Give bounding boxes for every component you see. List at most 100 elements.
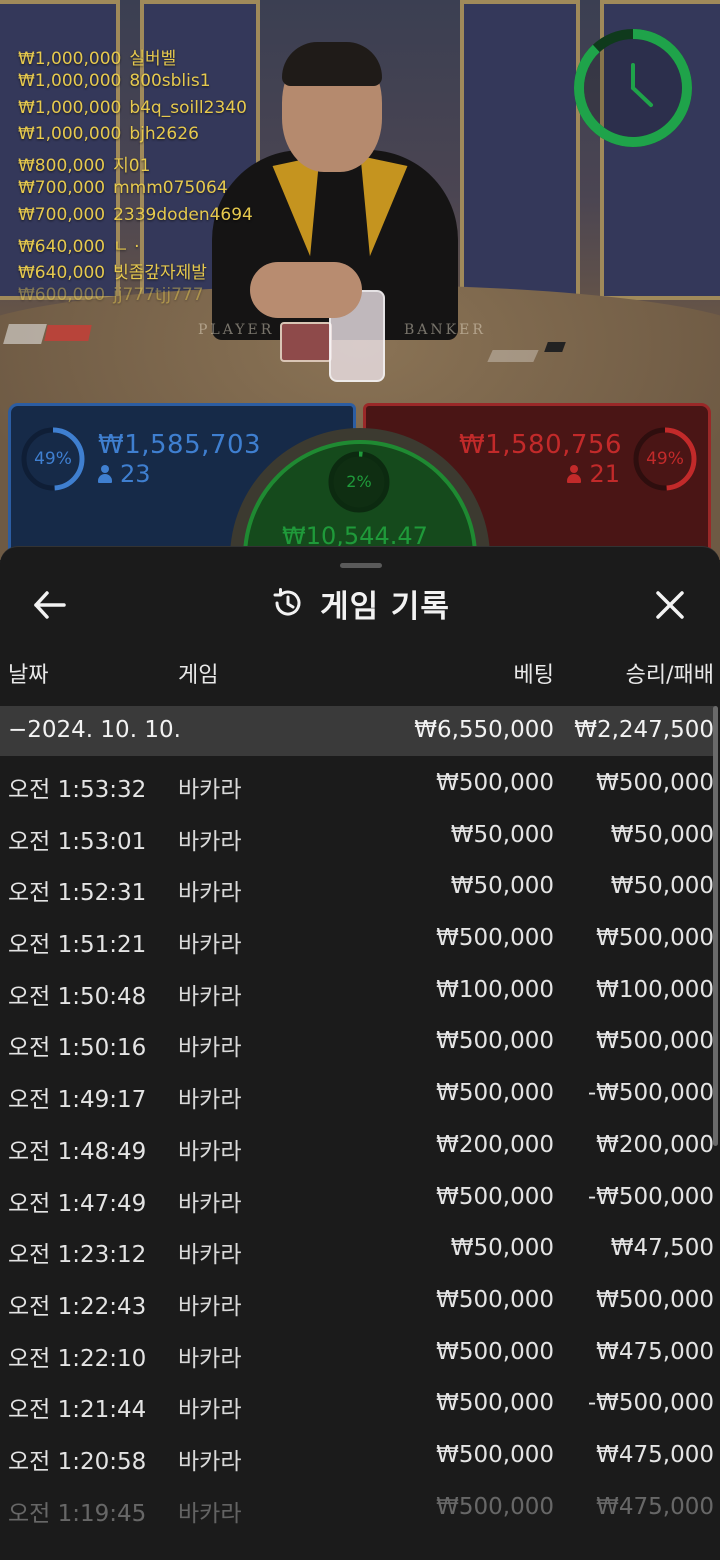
row-time: 오전 1:53:32	[8, 777, 147, 803]
history-row[interactable]: 오전 1:51:21 바카라 ₩500,000 ₩500,000	[0, 911, 720, 963]
game-history-sheet: 게임 기록 날짜 게임 베팅 승리/패배 −2024. 10. 10. ₩6,5…	[0, 546, 720, 1560]
cut-card	[544, 342, 566, 352]
person-icon	[567, 465, 582, 483]
close-icon[interactable]	[652, 587, 688, 623]
row-time: 오전 1:50:48	[8, 983, 147, 1010]
wall-panel	[460, 0, 580, 300]
row-bet: ₩50,000	[450, 1235, 554, 1262]
row-bet: ₩500,000	[436, 1390, 554, 1417]
row-bet: ₩500,000	[436, 1441, 554, 1468]
player-percent: 49%	[34, 449, 72, 469]
date-group-row[interactable]: −2024. 10. 10. ₩6,550,000 ₩2,247,500	[0, 706, 714, 756]
row-time: 오전 1:21:44	[8, 1397, 147, 1424]
history-row[interactable]: 오전 1:21:44 바카라 ₩500,000 -₩500,000	[0, 1376, 720, 1428]
group-bet-total: ₩6,550,000	[414, 717, 554, 743]
row-time: 오전 1:22:10	[8, 1345, 147, 1372]
history-row[interactable]: 오전 1:52:31 바카라 ₩50,000 ₩50,000	[0, 859, 720, 911]
chat-user: 지01	[113, 156, 151, 177]
row-bet: ₩500,000	[436, 770, 554, 796]
row-game: 바카라	[178, 1448, 242, 1475]
row-result: ₩475,000	[596, 1493, 714, 1520]
row-game: 바카라	[178, 1345, 242, 1372]
row-bet: ₩200,000	[436, 1131, 554, 1158]
row-game: 바카라	[178, 932, 242, 959]
history-row[interactable]: 오전 1:53:32 바카라 ₩500,000 ₩500,000	[0, 756, 720, 808]
row-bet: ₩500,000	[436, 1286, 554, 1313]
drag-handle[interactable]	[340, 563, 382, 568]
row-result: ₩500,000	[596, 1286, 714, 1313]
chat-user: 800sblis1	[129, 70, 211, 91]
row-result: ₩100,000	[596, 976, 714, 1003]
card	[44, 325, 92, 341]
scrollbar[interactable]	[713, 706, 718, 1146]
chat-user: ㄴ ·	[113, 236, 140, 257]
banker-count-value: 21	[589, 460, 620, 488]
row-time: 오전 1:19:45	[8, 1500, 147, 1527]
history-list: 오전 1:53:32 바카라 ₩500,000 ₩500,000 오전 1:53:01…	[0, 756, 720, 1531]
player-count: 23	[98, 460, 151, 488]
chat-line: ₩700,000 2339doden4694	[18, 205, 338, 232]
row-game: 바카라	[178, 1397, 242, 1424]
row-time: 오전 1:20:58	[8, 1448, 147, 1475]
row-result: ₩475,000	[596, 1338, 714, 1365]
history-row[interactable]: 오전 1:23:12 바카라 ₩50,000 ₩47,500	[0, 1221, 720, 1273]
chat-feed: ₩1,000,000 실버벨 ₩1,000,000 800sblis1 ₩1,000…	[18, 44, 338, 312]
row-game: 바카라	[178, 777, 242, 803]
column-date[interactable]: 날짜	[8, 657, 48, 689]
history-row[interactable]: 오전 1:48:49 바카라 ₩200,000 ₩200,000	[0, 1118, 720, 1170]
row-result: ₩50,000	[610, 821, 714, 848]
chat-line: ₩600,000 jj777tjj777	[18, 285, 338, 312]
row-time: 오전 1:50:16	[8, 1035, 147, 1062]
history-row[interactable]: 오전 1:50:48 바카라 ₩100,000 ₩100,000	[0, 963, 720, 1015]
chat-line: ₩700,000 mmm075064	[18, 178, 338, 205]
row-time: 오전 1:53:01	[8, 828, 147, 855]
row-game: 바카라	[178, 1190, 242, 1217]
chat-user: 2339doden4694	[113, 204, 253, 225]
player-count-value: 23	[120, 460, 151, 488]
row-bet: ₩500,000	[436, 1338, 554, 1365]
banker-percent-ring: 49%	[632, 426, 698, 492]
chat-user: mmm075064	[113, 177, 228, 198]
chat-line: ₩640,000 빗좀갚자제발	[18, 258, 338, 285]
group-result-total: ₩2,247,500	[574, 717, 714, 743]
history-row[interactable]: 오전 1:49:17 바카라 ₩500,000 -₩500,000	[0, 1066, 720, 1118]
history-row[interactable]: 오전 1:22:10 바카라 ₩500,000 ₩475,000	[0, 1325, 720, 1377]
history-row[interactable]: 오전 1:50:16 바카라 ₩500,000 ₩500,000	[0, 1014, 720, 1066]
row-result: ₩200,000	[596, 1131, 714, 1158]
column-result[interactable]: 승리/패배	[626, 657, 714, 689]
chat-user: jj777tjj777	[113, 285, 204, 306]
table-label-player: PLAYER	[198, 322, 275, 338]
history-row[interactable]: 오전 1:19:45 바카라 ₩500,000 ₩475,000	[0, 1480, 720, 1532]
history-row[interactable]: 오전 1:47:49 바카라 ₩500,000 -₩500,000	[0, 1170, 720, 1222]
history-icon	[273, 588, 301, 616]
history-row[interactable]: 오전 1:22:43 바카라 ₩500,000 ₩500,000	[0, 1273, 720, 1325]
banker-count: 21	[567, 460, 620, 488]
table-header: 날짜 게임 베팅 승리/패배	[0, 657, 720, 701]
row-game: 바카라	[178, 880, 242, 907]
tie-percent-ring: 2%	[327, 450, 391, 514]
history-row[interactable]: 오전 1:20:58 바카라 ₩500,000 ₩475,000	[0, 1428, 720, 1480]
row-game: 바카라	[178, 1500, 242, 1527]
row-time: 오전 1:51:21	[8, 932, 147, 959]
chat-user: bjh2626	[129, 124, 199, 145]
tie-percent: 2%	[346, 472, 372, 491]
chat-amount: ₩1,000,000	[18, 49, 122, 69]
row-bet: ₩50,000	[450, 873, 554, 900]
row-game: 바카라	[178, 983, 242, 1010]
row-game: 바카라	[178, 1138, 242, 1165]
column-bet[interactable]: 베팅	[514, 657, 554, 689]
row-result: -₩500,000	[587, 1390, 714, 1417]
row-result: ₩475,000	[596, 1441, 714, 1468]
column-game[interactable]: 게임	[178, 657, 218, 689]
chat-amount: ₩1,000,000	[18, 70, 122, 91]
row-time: 오전 1:49:17	[8, 1087, 147, 1114]
history-row[interactable]: 오전 1:53:01 바카라 ₩50,000 ₩50,000	[0, 808, 720, 860]
chat-line: ₩1,000,000 b4q_soill2340	[18, 98, 338, 125]
banker-percent: 49%	[646, 449, 684, 469]
chat-amount: ₩600,000	[18, 285, 106, 306]
row-time: 오전 1:48:49	[8, 1138, 147, 1165]
player-percent-ring: 49%	[20, 426, 86, 492]
group-date: −2024. 10. 10.	[8, 717, 181, 743]
row-time: 오전 1:52:31	[8, 880, 147, 907]
chat-amount: ₩700,000	[18, 204, 106, 225]
